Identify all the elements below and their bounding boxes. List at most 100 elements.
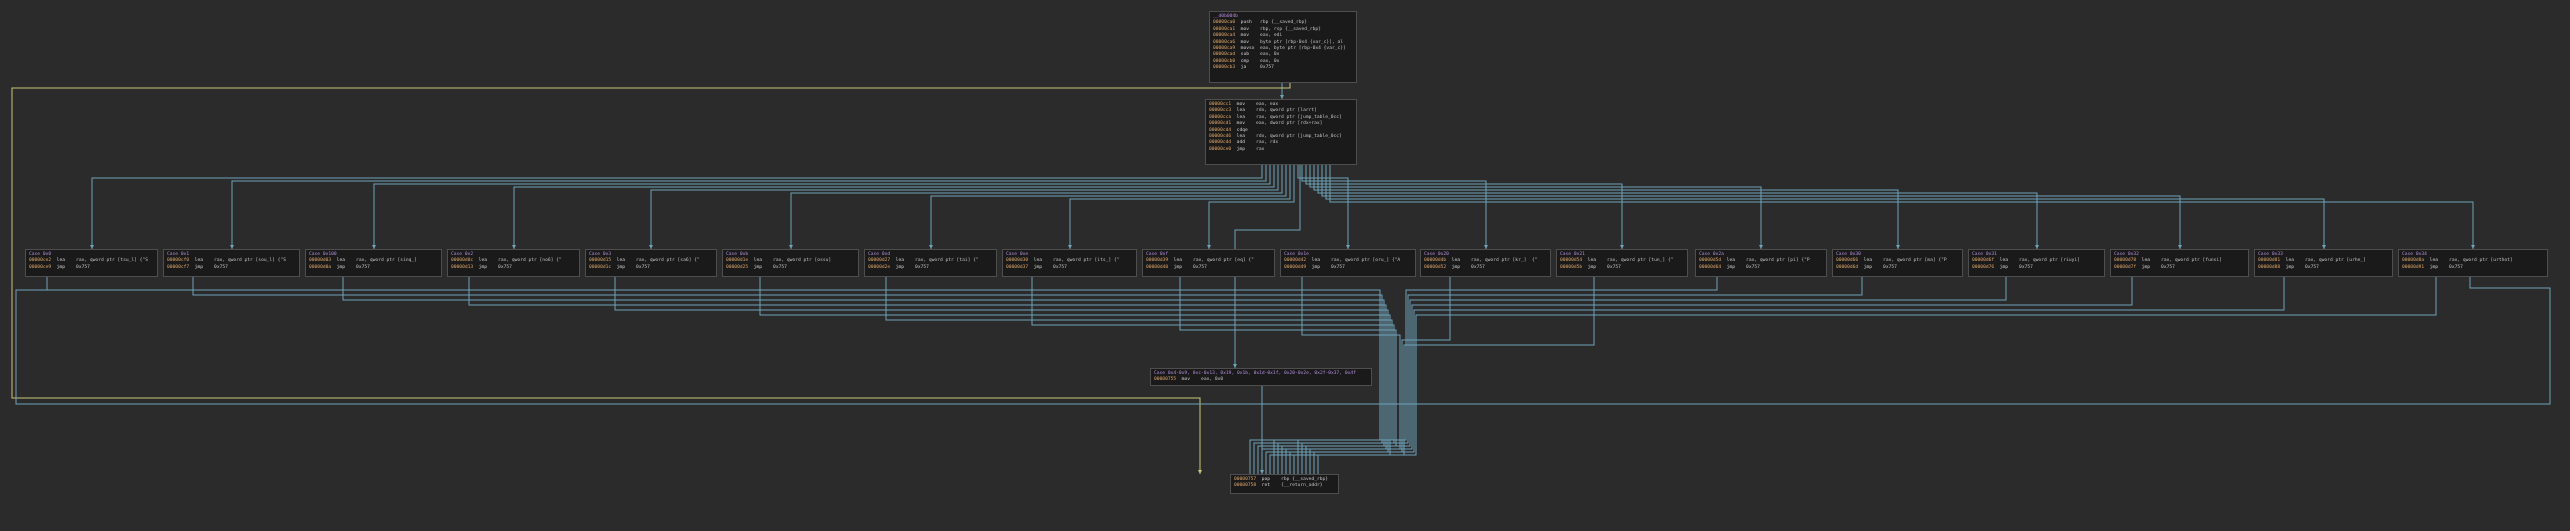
instruction-line[interactable]: 00000d40 jmp 0x757 bbox=[1146, 265, 1271, 271]
graph-canvas[interactable]: __d0b004b 00000ca0 push rbp {__saved_rbp… bbox=[0, 0, 2570, 531]
instruction-address: 00000d5d bbox=[1699, 258, 1722, 264]
instruction-mnemonic: jmp bbox=[1582, 264, 1605, 270]
instruction-line[interactable]: 00000d76 jmp 0x757 bbox=[1972, 265, 2101, 271]
instruction-line[interactable]: 00000d37 jmp 0x757 bbox=[1006, 265, 1133, 271]
instruction-operands: 0x757 bbox=[1257, 65, 1274, 71]
instruction-line[interactable]: 00000d0a jmp 0x757 bbox=[309, 265, 438, 271]
case-block[interactable]: Case 0xb 00000d1e lea rax, qword ptr [oss… bbox=[722, 249, 859, 277]
instruction-line[interactable]: 00000d13 jmp 0x757 bbox=[451, 265, 576, 271]
instruction-address: 00000d03 bbox=[309, 258, 332, 264]
instruction-address: 00000d37 bbox=[1006, 264, 1029, 270]
instruction-mnemonic: ret bbox=[1256, 483, 1279, 489]
entry-block[interactable]: __d0b004b 00000ca0 push rbp {__saved_rbp… bbox=[1209, 11, 1357, 83]
instruction-operands: 0x757 bbox=[1468, 264, 1485, 270]
case-block[interactable]: Case 0x1e 00000d42 lea rax, qword ptr [or… bbox=[1280, 249, 1416, 277]
instruction-mnemonic: jmp bbox=[1446, 264, 1469, 270]
instruction-line[interactable]: 00000d25 jmp 0x757 bbox=[726, 265, 855, 271]
instruction-mnemonic: jmp bbox=[331, 264, 354, 270]
exit-block[interactable]: 00000757 pop rbp {__saved_rbp} 00000758 r… bbox=[1230, 474, 1339, 494]
case-instructions: 00000d0c lea rax, qword ptr [no6] {" 0000… bbox=[451, 258, 576, 271]
instruction-line[interactable]: 00000d2e jmp 0x757 bbox=[868, 265, 993, 271]
instruction-line[interactable]: 00000ce0 jmp rax bbox=[1209, 147, 1353, 153]
instruction-line[interactable]: 00000d88 jmp 0x757 bbox=[2258, 265, 2389, 271]
instruction-address: 00000ce0 bbox=[1209, 146, 1232, 152]
instruction-line[interactable]: 00000758 ret {__return_addr} bbox=[1234, 483, 1335, 489]
case-block[interactable]: Case 0x100 00000d03 lea rax, qword ptr [s… bbox=[305, 249, 442, 277]
instruction-address: 00000d7f bbox=[2114, 264, 2137, 270]
case-block[interactable]: Case 0xd 00000d27 lea rax, qword ptr [tai… bbox=[864, 249, 997, 277]
case-block[interactable]: Case 0x30 00000d66 lea rax, qword ptr [ma… bbox=[1832, 249, 1963, 277]
instruction-operands bbox=[1253, 128, 1256, 133]
case-block[interactable]: Case 0x2a 00000d5d lea rax, qword ptr [pi… bbox=[1695, 249, 1827, 277]
instruction-address: 00000d6d bbox=[1836, 264, 1859, 270]
instruction-address: 00000cad bbox=[1213, 52, 1236, 58]
case-block[interactable]: Case 0xf 00000d39 lea rax, qword ptr [eq]… bbox=[1142, 249, 1275, 277]
edge-dispatch-to-case bbox=[91, 165, 1263, 249]
case-block[interactable]: Case 0x32 00000d78 lea rax, qword ptr [fu… bbox=[2110, 249, 2249, 277]
instruction-address: 00000757 bbox=[1234, 477, 1257, 482]
case-block[interactable]: Case 0x2 00000d0c lea rax, qword ptr [no6… bbox=[447, 249, 580, 277]
instruction-mnemonic: ja bbox=[1235, 65, 1258, 71]
instruction-address: 00000d27 bbox=[868, 258, 891, 264]
instruction-mnemonic: mov bbox=[1235, 26, 1258, 32]
instruction-operands: rax, rdx bbox=[1253, 140, 1279, 146]
case-instructions: 00000ce2 lea rax, qword ptr [tsu_l] {"S 0… bbox=[29, 258, 154, 271]
instruction-address: 00000ca9 bbox=[1213, 46, 1236, 52]
edge-case-to-exit bbox=[1317, 277, 2437, 474]
instruction-operands: eax, eax bbox=[1253, 102, 1279, 107]
instruction-operands: 0x757 bbox=[1743, 264, 1760, 270]
instruction-operands: rax, qword ptr [riuyi] bbox=[2016, 258, 2080, 264]
instruction-line[interactable]: 00000755 mov eax, 0x0 bbox=[1154, 377, 1368, 383]
instruction-line[interactable]: 00000d7f jmp 0x757 bbox=[2114, 265, 2245, 271]
case-instructions: 00000cf0 lea rax, qword ptr [sou_l] {"S 0… bbox=[167, 258, 296, 271]
instruction-mnemonic: lea bbox=[1231, 108, 1254, 114]
instruction-mnemonic: jmp bbox=[51, 264, 74, 270]
instruction-address: 00000ce2 bbox=[29, 258, 52, 264]
case-block[interactable]: Case 0x1 00000cf0 lea rax, qword ptr [sou… bbox=[163, 249, 300, 277]
instruction-line[interactable]: 00000d49 jmp 0x757 bbox=[1284, 265, 1412, 271]
case-block[interactable]: Case 0x0 00000ce2 lea rax, qword ptr [tsu… bbox=[25, 249, 158, 277]
case-block[interactable]: Case 0x31 00000d6f lea rax, qword ptr [ri… bbox=[1968, 249, 2105, 277]
instruction-mnemonic: jmp bbox=[1721, 264, 1744, 270]
instruction-mnemonic: mov bbox=[1235, 39, 1258, 45]
instruction-address: 00000cca bbox=[1209, 114, 1232, 120]
instruction-mnemonic: lea bbox=[1994, 258, 2017, 264]
instruction-address: 00000d5b bbox=[1560, 264, 1583, 270]
instruction-line[interactable]: 00000d6d jmp 0x757 bbox=[1836, 265, 1959, 271]
jump-table-dispatch-block[interactable]: 00000cc1 mov eax, eax 00000cc3 lea rdx, q… bbox=[1205, 99, 1357, 165]
instruction-line[interactable]: 00000d5b jmp 0x757 bbox=[1560, 265, 1684, 271]
instruction-mnemonic: lea bbox=[611, 258, 634, 264]
instruction-mnemonic: sub bbox=[1235, 52, 1258, 58]
case-block[interactable]: Case 0x21 00000d54 lea rax, qword ptr [tu… bbox=[1556, 249, 1688, 277]
merge-case-block[interactable]: Case 0x4-0x9, 0xc-0x13, 0x19, 0x1b, 0x1d… bbox=[1150, 368, 1372, 386]
instruction-line[interactable]: 00000d1c jmp 0x757 bbox=[589, 265, 713, 271]
case-block[interactable]: Case 0x3 00000d15 lea rax, qword ptr [sa6… bbox=[585, 249, 717, 277]
instruction-operands: rdx, qword ptr [larrt] bbox=[1253, 108, 1317, 114]
instruction-address: 00000cd6 bbox=[1209, 134, 1232, 140]
instruction-address: 00000d30 bbox=[1006, 258, 1029, 264]
instruction-address: 00000cdd bbox=[1209, 140, 1232, 146]
instruction-operands: 0x757 bbox=[1050, 264, 1067, 270]
instruction-operands: byte ptr [rbp-0x4 {var_c}], al bbox=[1257, 39, 1344, 45]
instruction-line[interactable]: 00000cf7 jmp 0x757 bbox=[167, 265, 296, 271]
instruction-line[interactable]: 00000d91 jmp 0x757 bbox=[2402, 265, 2544, 271]
instruction-operands: 0x757 bbox=[1880, 264, 1897, 270]
instruction-operands: 0x757 bbox=[1190, 264, 1207, 270]
instruction-mnemonic: lea bbox=[1231, 114, 1254, 120]
edge-case-to-exit bbox=[1305, 277, 2007, 474]
instruction-mnemonic: lea bbox=[1306, 258, 1329, 264]
case-block[interactable]: Case 0xe 00000d30 lea rax, qword ptr [its… bbox=[1002, 249, 1137, 277]
instruction-line[interactable]: 00000cb3 ja 0x757 bbox=[1213, 65, 1353, 71]
instruction-line[interactable]: 00000d64 jmp 0x757 bbox=[1699, 265, 1823, 271]
case-block[interactable]: Case 0x20 00000d4b lea rax, qword ptr [kr… bbox=[1420, 249, 1551, 277]
edge-dispatch-to-case bbox=[1317, 165, 2038, 249]
case-block[interactable]: Case 0x34 00000d8a lea rax, qword ptr [ur… bbox=[2398, 249, 2548, 277]
instruction-line[interactable]: 00000ce9 jmp 0x757 bbox=[29, 265, 154, 271]
instruction-mnemonic: jmp bbox=[611, 264, 634, 270]
instruction-address: 00000ca6 bbox=[1213, 39, 1236, 45]
instruction-line[interactable]: 00000d52 jmp 0x757 bbox=[1424, 265, 1547, 271]
edge-entry-default-to-exit bbox=[11, 83, 1291, 474]
case-block[interactable]: Case 0x33 00000d81 lea rax, qword ptr [ur… bbox=[2254, 249, 2393, 277]
instruction-operands: 0x757 bbox=[633, 264, 650, 270]
edge-arrowhead bbox=[1198, 470, 1202, 474]
